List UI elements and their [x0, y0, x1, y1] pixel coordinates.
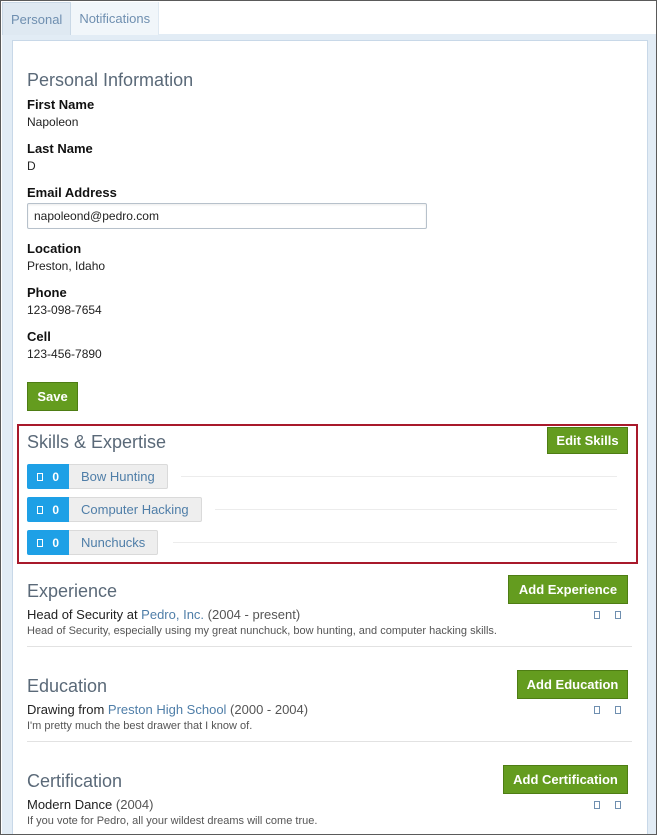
- skill-endorse-button[interactable]: 0: [27, 497, 69, 522]
- first-name-label: First Name: [27, 97, 95, 112]
- location-label: Location: [27, 241, 82, 256]
- delete-icon[interactable]: [615, 706, 621, 714]
- experience-description: Head of Security, especially using my gr…: [27, 625, 497, 637]
- profile-window: Personal Notifications Personal Informat…: [0, 0, 657, 835]
- certification-name: Modern Dance: [27, 797, 113, 812]
- education-description: I'm pretty much the best drawer that I k…: [27, 720, 253, 732]
- edit-icon[interactable]: [594, 801, 600, 809]
- add-education-button[interactable]: Add Education: [517, 670, 628, 699]
- skills-heading: Skills & Expertise: [27, 432, 167, 452]
- skill-count: 0: [52, 502, 59, 517]
- skill-endorse-button[interactable]: 0: [27, 464, 69, 489]
- experience-company-link[interactable]: Pedro, Inc.: [141, 607, 204, 622]
- thumbs-up-icon: [37, 505, 43, 514]
- tab-notifications[interactable]: Notifications: [71, 2, 160, 35]
- education-heading: Education: [27, 676, 108, 696]
- experience-dates: (2004 - present): [204, 607, 301, 622]
- skill-item-computer-hacking[interactable]: 0 Computer Hacking: [27, 497, 202, 522]
- experience-entry-title: Head of Security at Pedro, Inc. (2004 - …: [27, 607, 300, 622]
- skill-divider: [173, 542, 617, 543]
- email-label: Email Address: [27, 185, 117, 200]
- tab-bar: Personal Notifications: [2, 2, 160, 35]
- skill-name[interactable]: Bow Hunting: [69, 464, 168, 489]
- skill-count: 0: [52, 469, 59, 484]
- skill-name[interactable]: Computer Hacking: [69, 497, 202, 522]
- skill-divider: [215, 509, 617, 510]
- delete-icon[interactable]: [615, 801, 621, 809]
- skill-count: 0: [52, 535, 59, 550]
- certification-heading: Certification: [27, 771, 123, 791]
- email-field[interactable]: [27, 203, 427, 229]
- education-degree: Drawing from: [27, 702, 108, 717]
- add-experience-button[interactable]: Add Experience: [508, 575, 628, 604]
- save-button[interactable]: Save: [27, 382, 78, 411]
- certification-entry-title: Modern Dance (2004): [27, 797, 153, 812]
- phone-label: Phone: [27, 285, 67, 300]
- education-dates: (2000 - 2004): [226, 702, 309, 717]
- skill-item-nunchucks[interactable]: 0 Nunchucks: [27, 530, 159, 555]
- skill-divider: [181, 476, 617, 477]
- thumbs-up-icon: [37, 538, 43, 547]
- edit-icon[interactable]: [594, 611, 600, 619]
- location-value: Preston, Idaho: [27, 259, 106, 273]
- last-name-value: D: [27, 159, 36, 173]
- last-name-label: Last Name: [27, 141, 93, 156]
- skill-item-bow-hunting[interactable]: 0 Bow Hunting: [27, 464, 168, 489]
- cell-label: Cell: [27, 329, 51, 344]
- personal-info-heading: Personal Information: [27, 70, 194, 90]
- edit-icon[interactable]: [594, 706, 600, 714]
- education-entry-title: Drawing from Preston High School (2000 -…: [27, 702, 308, 717]
- section-divider: [27, 741, 632, 742]
- experience-role: Head of Security at: [27, 607, 142, 622]
- phone-value: 123-098-7654: [27, 303, 102, 317]
- delete-icon[interactable]: [615, 611, 621, 619]
- first-name-value: Napoleon: [27, 115, 79, 129]
- add-certification-button[interactable]: Add Certification: [503, 765, 628, 794]
- skill-name[interactable]: Nunchucks: [69, 530, 159, 555]
- certification-dates: (2004): [112, 797, 154, 812]
- cell-value: 123-456-7890: [27, 347, 102, 361]
- experience-heading: Experience: [27, 581, 118, 601]
- skill-endorse-button[interactable]: 0: [27, 530, 69, 555]
- section-divider: [27, 646, 632, 647]
- education-school-link[interactable]: Preston High School: [108, 702, 227, 717]
- certification-description: If you vote for Pedro, all your wildest …: [27, 815, 318, 827]
- thumbs-up-icon: [37, 472, 43, 481]
- tab-personal[interactable]: Personal: [2, 2, 72, 35]
- edit-skills-button[interactable]: Edit Skills: [547, 427, 628, 454]
